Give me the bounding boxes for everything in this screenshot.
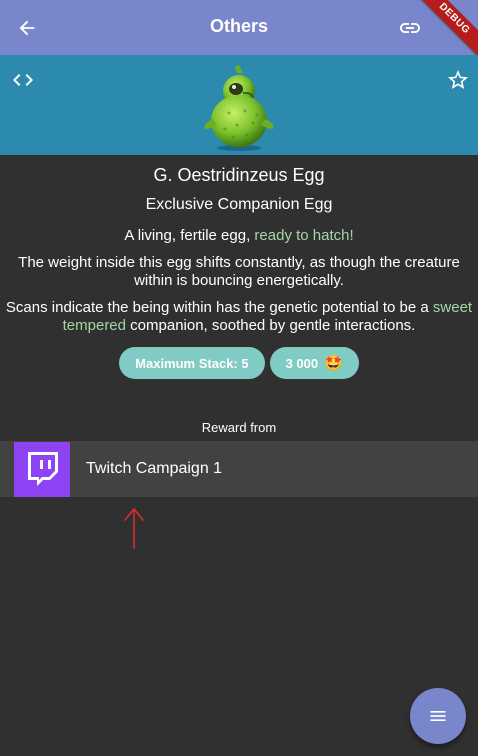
- description-line-1: A living, fertile egg, ready to hatch!: [0, 227, 478, 245]
- price-label: 3 000: [285, 355, 319, 371]
- description-text: Scans indicate the being within has the …: [5, 299, 433, 316]
- item-name: G. Oestridinzeus Egg: [153, 165, 325, 185]
- reward-source-name: Twitch Campaign 1: [86, 460, 223, 477]
- description-text: A living, fertile egg,: [124, 227, 255, 244]
- menu-fab-button[interactable]: [410, 688, 466, 744]
- creature-egg-image: [199, 63, 279, 151]
- menu-icon: [430, 711, 446, 721]
- reward-source-row[interactable]: Twitch Campaign 1: [0, 441, 478, 497]
- max-stack-label: Maximum Stack: 5: [135, 355, 249, 371]
- star-struck-emoji-icon: 🤩: [324, 355, 343, 372]
- star-outline-icon[interactable]: [445, 67, 471, 93]
- item-banner: [0, 55, 478, 155]
- item-details: G. Oestridinzeus Egg Exclusive Companion…: [0, 155, 478, 379]
- annotation-arrow-icon: [124, 508, 144, 549]
- reward-label: Reward from: [201, 420, 277, 435]
- item-chips: Maximum Stack: 5 3 000 🤩: [0, 347, 478, 379]
- description-line-2: The weight inside this egg shifts consta…: [18, 254, 460, 289]
- twitch-icon: [14, 441, 70, 497]
- link-icon[interactable]: [396, 14, 424, 42]
- max-stack-chip: Maximum Stack: 5: [119, 347, 265, 379]
- description-text: companion, soothed by gentle interaction…: [126, 317, 416, 334]
- description-highlight: ready to hatch!: [254, 227, 354, 244]
- price-chip: 3 000 🤩: [269, 347, 359, 379]
- item-subtitle: Exclusive Companion Egg: [145, 196, 333, 213]
- code-icon[interactable]: [10, 67, 36, 93]
- description-line-3: Scans indicate the being within has the …: [0, 299, 478, 335]
- app-bar: Others DEBUG: [0, 0, 478, 61]
